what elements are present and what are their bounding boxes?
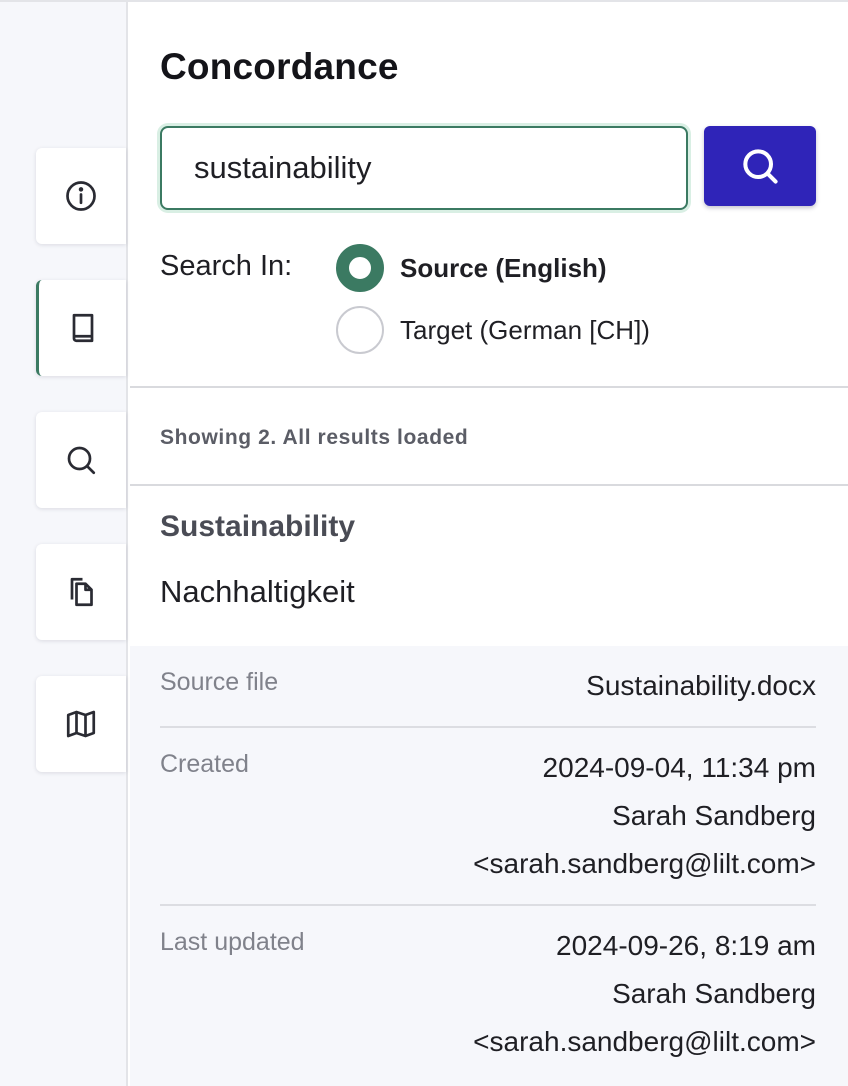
- rail-button-map[interactable]: [36, 676, 126, 772]
- concordance-app: Concordance Search In: Source (English) …: [0, 0, 848, 1086]
- created-date: 2024-09-04, 11:34 pm: [542, 752, 816, 783]
- concordance-panel: Concordance Search In: Source (English) …: [130, 2, 848, 1086]
- updated-date: 2024-09-26, 8:19 am: [556, 930, 816, 961]
- result-target-text: Nachhaltigkeit: [160, 574, 355, 609]
- created-user: Sarah Sandberg: [612, 800, 816, 831]
- rail-button-files[interactable]: [36, 544, 126, 640]
- meta-value-source-file: Sustainability.docx: [586, 662, 816, 710]
- search-icon: [67, 446, 96, 475]
- side-rail: [0, 2, 128, 1086]
- radio-source[interactable]: Source (English): [336, 244, 607, 292]
- meta-key-source-file: Source file: [160, 668, 279, 696]
- created-email: <sarah.sandberg@lilt.com>: [473, 848, 816, 879]
- source-file-name: Sustainability.docx: [586, 670, 816, 701]
- radio-target-indicator[interactable]: [336, 306, 384, 354]
- page-title: Concordance: [160, 46, 399, 87]
- radio-source-label: Source (English): [400, 252, 607, 283]
- updated-user: Sarah Sandberg: [612, 978, 816, 1009]
- meta-separator: [160, 904, 816, 906]
- divider: [130, 484, 848, 486]
- meta-row-created: Created 2024-09-04, 11:34 pm Sarah Sandb…: [160, 750, 816, 900]
- search-button[interactable]: [704, 126, 816, 206]
- files-icon: [70, 577, 93, 607]
- radio-source-indicator[interactable]: [336, 244, 384, 292]
- info-icon: [66, 181, 96, 211]
- rail-button-info[interactable]: [36, 148, 126, 244]
- map-icon: [66, 710, 96, 738]
- meta-row-source-file: Source file Sustainability.docx: [160, 668, 816, 728]
- updated-email: <sarah.sandberg@lilt.com>: [473, 1026, 816, 1057]
- search-input[interactable]: [160, 126, 688, 210]
- rail-button-search[interactable]: [36, 412, 126, 508]
- meta-separator: [160, 726, 816, 728]
- radio-target[interactable]: Target (German [CH]): [336, 306, 650, 354]
- results-status: Showing 2. All results loaded: [160, 426, 469, 449]
- rail-button-book[interactable]: [36, 280, 126, 376]
- book-icon: [72, 313, 93, 343]
- meta-key-created: Created: [160, 750, 249, 778]
- meta-value-created: 2024-09-04, 11:34 pm Sarah Sandberg <sar…: [473, 744, 816, 888]
- divider: [130, 386, 848, 388]
- radio-target-label: Target (German [CH]): [400, 314, 650, 345]
- search-in-label: Search In:: [160, 250, 293, 282]
- result-metadata: Source file Sustainability.docx Created …: [130, 646, 848, 1086]
- meta-row-last-updated: Last updated 2024-09-26, 8:19 am Sarah S…: [160, 928, 816, 1078]
- result-source-text: Sustainability: [160, 510, 356, 543]
- meta-key-last-updated: Last updated: [160, 928, 305, 956]
- search-icon: [743, 149, 778, 184]
- meta-value-last-updated: 2024-09-26, 8:19 am Sarah Sandberg <sara…: [473, 922, 816, 1066]
